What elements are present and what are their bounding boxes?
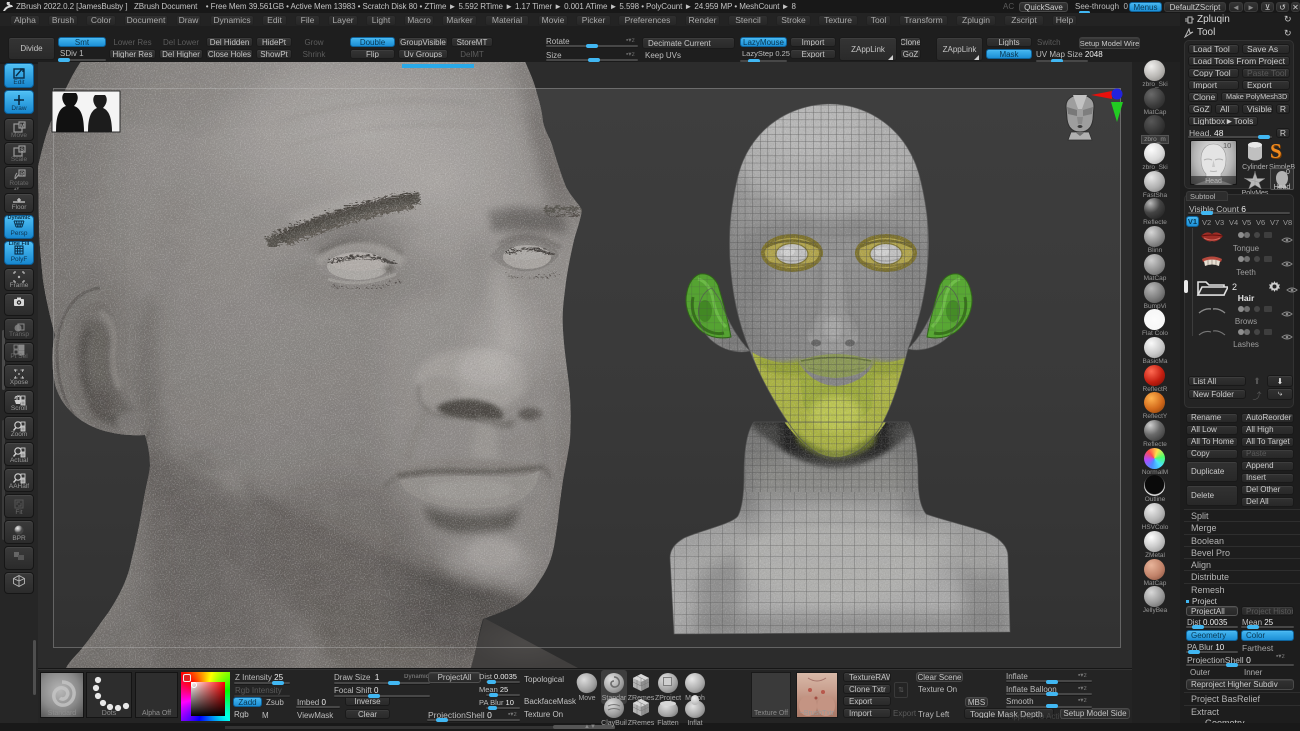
svg-text:S: S [20,148,24,154]
svg-text:M: M [20,124,25,130]
svg-text:R: R [20,172,24,178]
